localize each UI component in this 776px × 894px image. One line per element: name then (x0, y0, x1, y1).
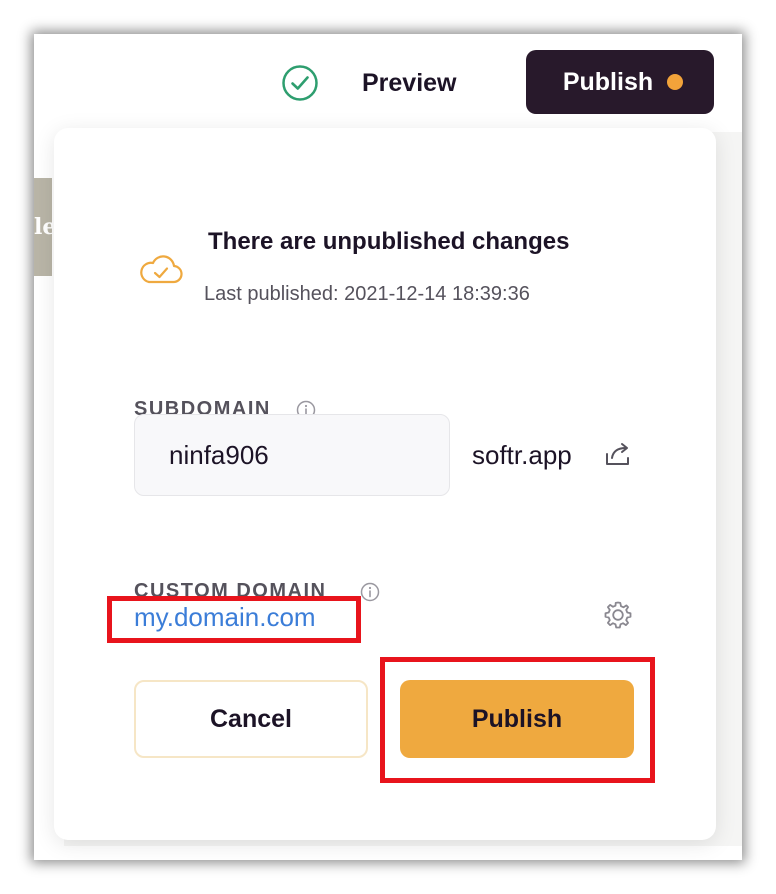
cancel-button[interactable]: Cancel (134, 680, 368, 758)
status-title: There are unpublished changes (208, 228, 570, 255)
custom-domain-label: CUSTOM DOMAIN (134, 580, 327, 602)
custom-domain-link[interactable]: my.domain.com (134, 602, 316, 633)
publish-popover: There are unpublished changes Last publi… (54, 128, 716, 840)
subdomain-input[interactable] (134, 414, 450, 496)
page-background-bottom (34, 846, 742, 860)
subdomain-suffix: softr.app (472, 440, 572, 470)
publish-menu-button[interactable]: Publish (526, 50, 714, 114)
app-window: le Preview Publish There are unpublished… (34, 34, 742, 860)
check-circle-icon (282, 65, 318, 101)
preview-button[interactable]: Preview (362, 68, 457, 98)
cloud-check-icon (140, 255, 183, 284)
publish-button[interactable]: Publish (400, 680, 634, 758)
unpublished-indicator-dot (667, 74, 684, 90)
background-tag: le (34, 178, 52, 276)
gear-icon[interactable] (603, 600, 633, 630)
top-bar: Preview Publish (34, 34, 742, 132)
external-link-icon[interactable] (604, 440, 632, 468)
last-published-text: Last published: 2021-12-14 18:39:36 (204, 283, 530, 305)
publish-menu-label: Publish (562, 67, 654, 96)
custom-domain-info-icon[interactable] (360, 582, 380, 602)
